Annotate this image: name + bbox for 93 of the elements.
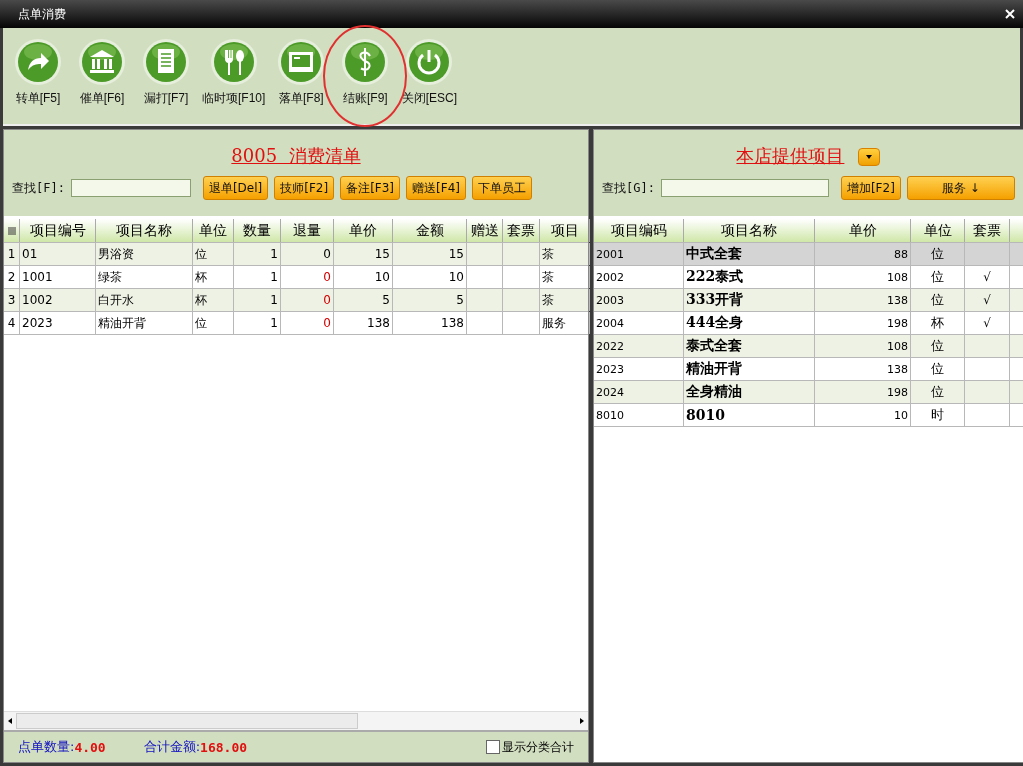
action-button[interactable]: 下单员工 [471,176,532,200]
column-header[interactable]: 套票 [503,219,540,242]
table-cell: 0 [281,266,334,288]
table-cell: 10 [393,266,467,288]
building-icon [78,38,126,86]
table-cell: 0 [281,289,334,311]
search-field[interactable] [70,179,191,197]
table-cell: 1001 [20,266,96,288]
column-header[interactable]: 单位 [193,219,234,242]
column-header[interactable]: 项目名称 [684,219,815,242]
item-row[interactable]: 2001 中式全套 88 位 [594,243,1023,266]
table-cell: 5 [393,289,467,311]
row-number: 2 [4,266,20,288]
power-icon [405,38,454,86]
table-cell: 杯 [193,266,234,288]
table-cell: 1 [234,312,281,334]
toolbar-button[interactable]: 催单[F6] [73,38,131,107]
category-button[interactable]: 服务 ↓ [906,176,1015,200]
column-header[interactable]: 单位 [911,219,965,242]
search-label: 查找[G]: [602,179,655,197]
window-title: 点单消费 [18,5,66,23]
column-header[interactable]: 项目编号 [20,219,96,242]
column-header[interactable]: 套票 [965,219,1010,242]
table-cell: 01 [20,243,96,265]
add-button[interactable]: 增加[F2] [840,176,901,200]
table-cell: 138 [393,312,467,334]
caret-icon [866,155,873,159]
table-cell: 位 [193,243,234,265]
column-header[interactable]: 项目名称 [96,219,193,242]
action-button[interactable]: 赠送[F4] [406,176,466,200]
table-cell: 1 [234,243,281,265]
search-field[interactable] [660,179,829,197]
table-cell: 男浴资 [96,243,193,265]
column-header[interactable]: 退量 [281,219,334,242]
search-label: 查找[F]: [12,179,65,197]
toolbar-button[interactable]: 漏打[F7] [137,38,195,107]
table-cell: 茶 [540,266,590,288]
table-cell: 杯 [193,289,234,311]
action-button[interactable]: 备注[F3] [340,176,401,200]
column-header[interactable]: 单价 [815,219,911,242]
checkbox-label: 显示分类合计 [502,738,574,756]
table-cell: 15 [393,243,467,265]
table-cell: 1 [234,289,281,311]
table-cell: 2023 [20,312,96,334]
document-icon [142,38,190,86]
table-cell: 5 [334,289,393,311]
count-label: 点单数量: [18,738,75,756]
count-value: 4.00 [74,739,106,755]
table-cell: 138 [334,312,393,334]
picture-icon [277,38,326,86]
table-cell: 位 [193,312,234,334]
column-header[interactable]: 数量 [234,219,281,242]
row-number: 1 [4,243,20,265]
table-cell: 1002 [20,289,96,311]
action-button[interactable]: 退单[Del] [202,176,269,200]
column-header[interactable]: 单价 [334,219,393,242]
total-value: 168.00 [200,739,248,755]
horizontal-scrollbar[interactable] [4,711,588,730]
table-cell: 0 [281,312,334,334]
row-number: 4 [4,312,20,334]
table-cell: 10 [334,266,393,288]
table-cell: 茶 [540,289,590,311]
toolbar-button[interactable]: 关闭[ESC] [400,38,459,107]
item-row[interactable]: 8010 8010 10 时 [594,404,1023,427]
table-cell: 服务 [540,312,590,334]
panel-title: 8005 消费清单 [230,144,362,168]
item-row[interactable]: 2003 333开背 138 位 √ [594,289,1023,312]
dropdown-button[interactable] [858,148,881,166]
scroll-right-icon[interactable] [580,718,584,724]
total-label: 合计金额: [143,738,201,756]
toolbar-button[interactable]: 临时项[F10] [201,38,267,107]
item-row[interactable]: 2022 泰式全套 108 位 [594,335,1023,358]
item-row[interactable]: 2024 全身精油 198 位 [594,381,1023,404]
checkbox[interactable] [486,740,500,754]
table-cell: 绿茶 [96,266,193,288]
dollar-icon [341,38,390,86]
scroll-left-icon[interactable] [8,718,12,724]
table-cell: 茶 [540,243,590,265]
toolbar-button[interactable]: 落单[F8] [272,38,331,107]
action-button[interactable]: 技师[F2] [274,176,335,200]
column-header[interactable]: 项目 [540,219,590,242]
table-cell: 白开水 [96,289,193,311]
table-cell: 15 [334,243,393,265]
table-cell: 1 [234,266,281,288]
column-header[interactable]: 项目编码 [594,219,684,242]
table-cell: 0 [281,243,334,265]
fork-spoon-icon [209,38,258,86]
close-icon[interactable] [1005,9,1015,19]
column-header[interactable]: 赠送 [467,219,503,242]
table-cell: 精油开背 [96,312,193,334]
row-number: 3 [4,289,20,311]
toolbar-button[interactable]: 转单[F5] [9,38,67,107]
column-header[interactable]: 金额 [393,219,467,242]
